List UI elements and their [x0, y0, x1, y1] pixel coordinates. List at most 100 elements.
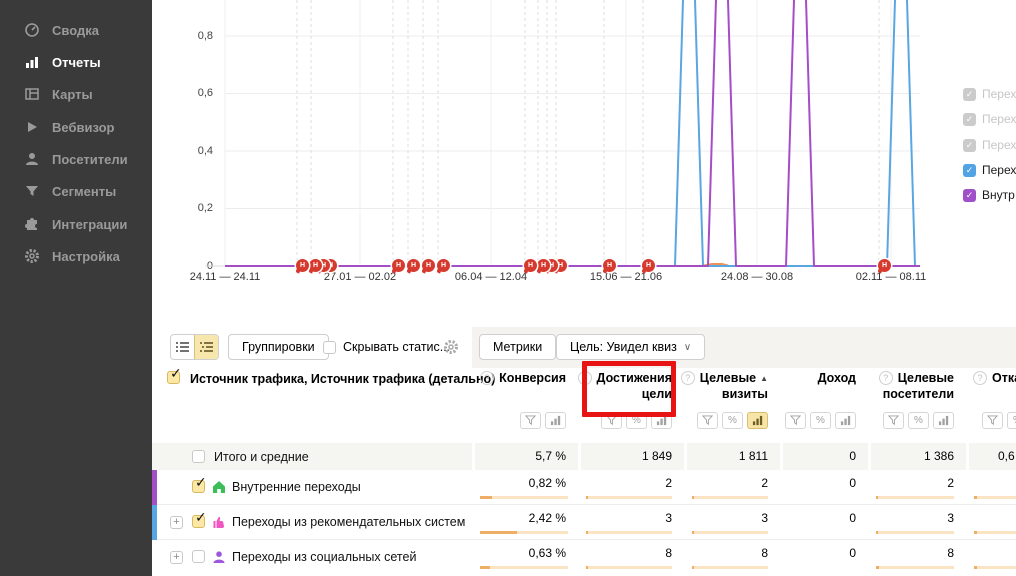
column-header-target-visitors[interactable]: ? Целевые: [868, 371, 954, 385]
share-bar: [586, 496, 672, 499]
column-controls: %: [982, 412, 1016, 429]
bars-icon: [840, 415, 851, 426]
series-color-bar: [152, 470, 157, 505]
row-label[interactable]: Переходы из социальных сетей: [232, 550, 416, 564]
note-marker[interactable]: Н: [524, 259, 537, 272]
row-label[interactable]: Внутренние переходы: [232, 480, 361, 494]
cell-target-visits: 1 811: [684, 443, 768, 470]
row-checkbox[interactable]: ✓: [192, 480, 205, 493]
gear-icon[interactable]: [443, 339, 459, 360]
checkbox-checked-icon[interactable]: ✓: [963, 189, 976, 202]
row-checkbox[interactable]: [192, 450, 205, 463]
dimension-header[interactable]: Источник трафика, Источник трафика (дета…: [190, 372, 495, 386]
legend-label: Внутр: [982, 188, 1015, 202]
x-axis-tick: 02.11 — 08.11: [821, 271, 961, 283]
percent-button[interactable]: %: [1007, 412, 1016, 429]
groupings-button[interactable]: Группировки: [228, 334, 329, 360]
legend-item[interactable]: ✓ Перех: [963, 87, 1016, 101]
column-controls: %: [868, 412, 954, 429]
bars-button[interactable]: [835, 412, 856, 429]
metrics-button[interactable]: Метрики: [479, 334, 556, 360]
goal-label: Цель: Увидел квиз: [570, 340, 677, 354]
help-icon[interactable]: ?: [480, 371, 494, 385]
filter-button[interactable]: [785, 412, 806, 429]
legend-item[interactable]: ✓ Перех: [963, 163, 1016, 177]
expand-button[interactable]: +: [170, 516, 183, 529]
expand-button[interactable]: +: [170, 551, 183, 564]
yandex-metrica-app: Сводка Отчеты Карты Вебвизор Посетители: [0, 0, 1016, 576]
note-marker[interactable]: Н: [422, 259, 435, 272]
share-bar: [974, 531, 1016, 534]
cell-conversion: 5,7 %: [472, 443, 566, 470]
sort-asc-icon: ▲: [760, 374, 768, 383]
cell-goal-reaches: 2: [578, 470, 672, 497]
cell-conversion: 0,82 %: [472, 470, 566, 497]
note-marker[interactable]: Н: [407, 259, 420, 272]
percent-button[interactable]: %: [810, 412, 831, 429]
note-marker[interactable]: Н: [878, 259, 891, 272]
note-marker[interactable]: Н: [296, 259, 309, 272]
bars-button[interactable]: [545, 412, 566, 429]
cell-conversion: 0,63 %: [472, 540, 566, 567]
list-view-button[interactable]: [171, 335, 194, 359]
select-all-checkbox[interactable]: ✓: [167, 371, 180, 384]
share-bar: [974, 566, 1016, 569]
checkbox-checked-icon[interactable]: ✓: [963, 88, 976, 101]
row-checkbox[interactable]: [192, 550, 205, 563]
hide-static-label[interactable]: Скрывать статис...: [343, 340, 450, 354]
legend-label: Перех: [982, 112, 1016, 126]
checkbox-checked-icon[interactable]: ✓: [963, 113, 976, 126]
note-marker[interactable]: Н: [437, 259, 450, 272]
funnel-icon: [987, 415, 998, 426]
checkbox-checked-icon[interactable]: ✓: [963, 164, 976, 177]
goal-select-button[interactable]: Цель: Увидел квиз ∨: [556, 334, 705, 360]
funnel-icon: [888, 415, 899, 426]
row-checkbox[interactable]: ✓: [192, 515, 205, 528]
share-bar: [692, 566, 768, 569]
table-row-internal: ✓ Внутренние переходы 0,82 % 2 2 0 2: [152, 470, 1016, 505]
filter-button[interactable]: [982, 412, 1003, 429]
table-row-totals: Итого и средние 5,7 % 1 849 1 811 0 1 38…: [152, 443, 1016, 470]
help-icon[interactable]: ?: [879, 371, 893, 385]
note-marker[interactable]: Н: [537, 259, 550, 272]
chart-plot: [0, 0, 1016, 290]
column-header-bounces[interactable]: ? Отказы: [966, 371, 1016, 385]
hide-static-checkbox[interactable]: [323, 341, 336, 354]
checkbox-checked-icon[interactable]: ✓: [963, 139, 976, 152]
legend-item[interactable]: ✓ Перех: [963, 112, 1016, 126]
cell-target-visits: 2: [684, 470, 768, 497]
share-bar: [692, 531, 768, 534]
filter-button[interactable]: [520, 412, 541, 429]
share-bar: [480, 531, 568, 534]
list-icon: [176, 341, 189, 353]
percent-button[interactable]: %: [908, 412, 929, 429]
column-header-target-visits[interactable]: ? Целевые ▲: [684, 371, 768, 385]
note-marker[interactable]: Н: [603, 259, 616, 272]
note-marker[interactable]: Н: [309, 259, 322, 272]
bars-button[interactable]: [933, 412, 954, 429]
row-label[interactable]: Переходы из рекомендательных систем: [232, 515, 465, 529]
column-header-revenue[interactable]: Доход: [780, 371, 856, 385]
note-marker[interactable]: Н: [392, 259, 405, 272]
tree-view-button[interactable]: [194, 335, 218, 359]
series-color-bar: [152, 505, 157, 540]
share-bar: [586, 566, 672, 569]
note-marker[interactable]: Н: [642, 259, 655, 272]
percent-button[interactable]: %: [722, 412, 743, 429]
filter-button[interactable]: [883, 412, 904, 429]
help-icon[interactable]: ?: [973, 371, 987, 385]
share-bar: [586, 531, 672, 534]
bars-button-active[interactable]: [747, 412, 768, 429]
legend-item[interactable]: ✓ Внутр: [963, 188, 1016, 202]
column-header-target-visitors-line2: посетители: [868, 387, 954, 401]
table-row-social: + Переходы из социальных сетей 0,63 % 8 …: [152, 540, 1016, 576]
help-icon[interactable]: ?: [681, 371, 695, 385]
column-header-target-visits-line2: визиты: [684, 387, 768, 401]
column-header-conversion[interactable]: ? Конверсия: [472, 371, 566, 385]
share-bar: [876, 531, 954, 534]
legend-item[interactable]: ✓ Перех: [963, 138, 1016, 152]
share-bar: [692, 496, 768, 499]
share-bar: [480, 496, 568, 499]
filter-button[interactable]: [697, 412, 718, 429]
x-axis-tick: 15.06 — 21.06: [556, 271, 696, 283]
